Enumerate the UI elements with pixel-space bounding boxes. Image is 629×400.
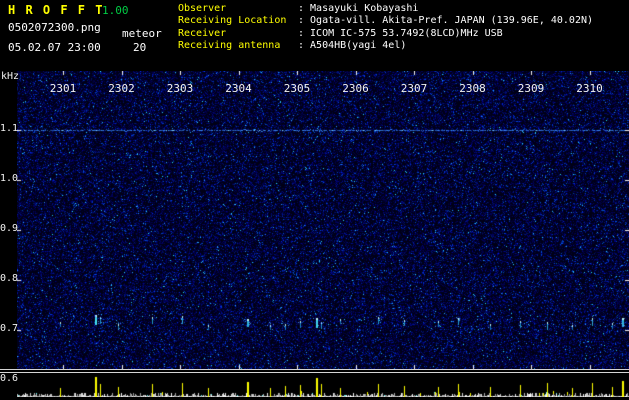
time-tick-label: 2310 <box>576 82 603 95</box>
mode-label: meteor <box>122 27 162 40</box>
info-value: : Ogata-vill. Akita-Pref. JAPAN (139.96E… <box>298 15 594 27</box>
echo-count: 20 <box>133 41 147 54</box>
time-tick-label: 2307 <box>400 82 428 95</box>
time-tick-label: 2305 <box>283 82 311 95</box>
separator-line <box>0 372 629 373</box>
freq-axis-unit: kHz <box>1 71 20 82</box>
info-row-location: Receiving Location : Ogata-vill. Akita-P… <box>178 15 593 27</box>
app-version: 1.00 <box>102 4 129 17</box>
info-row-receiver: Receiver : ICOM IC-575 53.7492(8LCD)MHz … <box>178 28 593 40</box>
time-tick-label: 2303 <box>166 82 194 95</box>
observation-info: Observer : Masayuki Kobayashi Receiving … <box>178 3 593 53</box>
info-label: Receiving antenna <box>178 40 281 52</box>
signal-level-canvas <box>17 373 629 397</box>
freq-tick-label: 0.6 <box>0 373 19 384</box>
app-title: H R O F F T <box>8 3 104 17</box>
time-tick-label: 2302 <box>108 82 135 95</box>
observation-datetime: 05.02.07 23:00 <box>8 41 101 54</box>
freq-tick-label: 0.8 <box>0 273 19 284</box>
info-row-observer: Observer : Masayuki Kobayashi <box>178 3 593 15</box>
info-row-antenna: Receiving antenna : A504HB(yagi 4el) <box>178 40 593 52</box>
output-filename: 0502072300.png <box>8 21 101 34</box>
info-value: : ICOM IC-575 53.7492(8LCD)MHz USB <box>298 27 503 39</box>
info-label: Receiver <box>178 27 227 39</box>
separator-line <box>0 369 629 370</box>
freq-tick-label: 1.0 <box>0 173 19 184</box>
freq-tick-label: 0.9 <box>0 223 19 234</box>
time-tick-label: 2308 <box>459 82 486 95</box>
time-tick-label: 2304 <box>225 82 252 95</box>
time-tick-label: 2306 <box>342 82 369 95</box>
info-value: : A504HB(yagi 4el) <box>298 40 407 52</box>
freq-tick-label: 1.1 <box>0 123 19 134</box>
hrofft-output-image: H R O F F T 1.00 0502072300.png meteor 0… <box>0 0 629 400</box>
freq-tick-label: 0.7 <box>0 323 19 334</box>
info-label: Observer <box>178 3 227 14</box>
info-label: Receiving Location <box>178 15 287 27</box>
info-value: : Masayuki Kobayashi <box>298 3 419 14</box>
time-tick-label: 2309 <box>517 82 545 95</box>
time-tick-label: 2301 <box>49 82 77 95</box>
spectrogram-canvas <box>17 71 629 369</box>
